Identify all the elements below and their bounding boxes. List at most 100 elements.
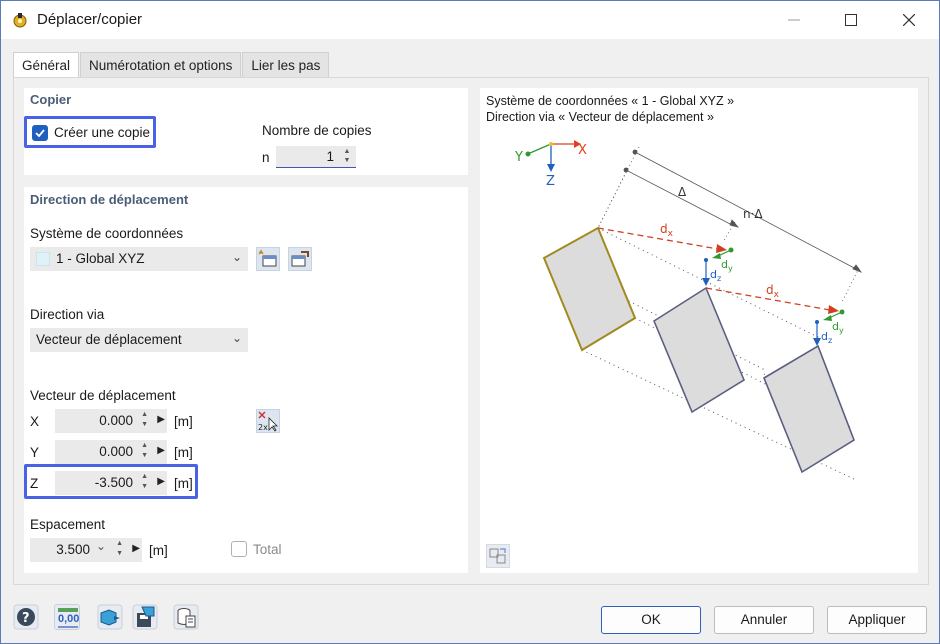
direction-via-label: Direction via xyxy=(30,307,105,322)
svg-text:dx: dx xyxy=(766,283,780,300)
x-input[interactable]: 0.000 ▲ ▼ ▶ xyxy=(55,409,167,433)
units-button[interactable]: 0,00 xyxy=(54,604,80,630)
coord-system-value: 1 - Global XYZ xyxy=(56,251,145,266)
create-copy-checkbox[interactable] xyxy=(32,125,48,141)
vector-label: Vecteur de déplacement xyxy=(30,388,176,403)
new-coord-system-button[interactable] xyxy=(256,247,280,271)
x-label: X xyxy=(30,414,40,429)
database-settings-icon[interactable] xyxy=(173,604,199,630)
delta-label: Δ xyxy=(678,185,687,199)
x-unit: [m] xyxy=(174,414,193,429)
chevron-down-icon: ⌄ xyxy=(231,250,242,264)
svg-text:dz: dz xyxy=(821,330,832,345)
save-settings-icon[interactable] xyxy=(132,604,158,630)
ok-button[interactable]: OK xyxy=(601,606,701,634)
maximize-button[interactable] xyxy=(828,1,874,39)
tab-strip: Général Numérotation et options Lier les… xyxy=(13,52,330,78)
minimize-icon xyxy=(788,19,800,21)
model-view-icon[interactable] xyxy=(97,604,123,630)
spacing-input[interactable]: 3.500 ⌄ ▲ ▼ ▶ xyxy=(30,538,142,562)
direction-via-value: Vecteur de déplacement xyxy=(36,332,182,347)
total-checkbox[interactable] xyxy=(231,541,247,557)
move-copy-diagram: X Y Z Δ n·Δ dx dx dy dz dy dz xyxy=(514,140,863,481)
axis-y-label: Y xyxy=(514,150,523,165)
diagram-toggle-button[interactable] xyxy=(486,544,510,568)
coord-system-label: Système de coordonnées xyxy=(30,226,184,241)
close-button[interactable] xyxy=(886,1,932,39)
y-input[interactable]: 0.000 ▲ ▼ ▶ xyxy=(55,440,167,464)
tab-page-general: Copier Créer une copie Nombre de copies … xyxy=(13,77,929,585)
y-unit: [m] xyxy=(174,445,193,460)
new-coord-system-icon xyxy=(258,249,277,267)
title-bar: Déplacer/copier xyxy=(1,1,939,39)
minimize-button[interactable] xyxy=(771,1,817,39)
z-unit: [m] xyxy=(174,476,193,491)
original-member xyxy=(542,226,637,352)
z-input[interactable]: -3.500 ▲ ▼ ▶ xyxy=(55,471,167,495)
chevron-down-icon[interactable]: ⌄ xyxy=(96,540,106,552)
n-delta-label: n·Δ xyxy=(743,207,763,221)
expand-arrow-icon[interactable]: ▶ xyxy=(157,414,165,425)
chevron-down-icon: ⌄ xyxy=(231,331,242,345)
tab-general[interactable]: Général xyxy=(13,52,80,78)
edit-coord-system-icon xyxy=(291,251,309,267)
pick-vector-button[interactable]: 2x xyxy=(256,409,280,433)
help-icon[interactable]: ? xyxy=(13,604,39,630)
svg-text:?: ? xyxy=(22,611,30,626)
spacing-unit: [m] xyxy=(149,543,168,558)
cancel-button[interactable]: Annuler xyxy=(714,606,814,634)
tab-link-steps[interactable]: Lier les pas xyxy=(242,52,330,77)
spacing-label: Espacement xyxy=(30,517,106,532)
svg-text:dy: dy xyxy=(721,258,733,273)
expand-arrow-icon[interactable]: ▶ xyxy=(157,476,165,487)
svg-text:dy: dy xyxy=(832,320,844,335)
axis-x-label: X xyxy=(578,143,587,158)
apply-button[interactable]: Appliquer xyxy=(827,606,927,634)
copies-count-input[interactable]: 1 ▲ ▼ xyxy=(276,146,356,168)
copies-count-label: Nombre de copies xyxy=(262,123,372,138)
copy-member-2 xyxy=(763,344,855,474)
spin-arrows-icon[interactable]: ▲ ▼ xyxy=(116,539,123,559)
copy-section-title: Copier xyxy=(30,92,72,107)
z-value: -3.500 xyxy=(94,475,133,490)
expand-arrow-icon[interactable]: ▶ xyxy=(157,445,165,456)
create-copy-label: Créer une copie xyxy=(54,125,151,140)
spin-arrows-icon[interactable]: ▲ ▼ xyxy=(141,441,148,461)
svg-text:dx: dx xyxy=(660,222,674,239)
move-copy-dialog: Déplacer/copier Général Numérotation et … xyxy=(0,0,940,644)
direction-section-title: Direction de déplacement xyxy=(30,192,189,207)
copies-count-value: 1 xyxy=(326,149,334,164)
edit-coord-system-button[interactable] xyxy=(288,247,312,271)
spin-arrows-icon[interactable]: ▲ ▼ xyxy=(141,410,148,430)
dimension-lines: Δ n·Δ xyxy=(597,146,863,303)
n-label: n xyxy=(262,150,270,165)
spin-arrows-icon[interactable]: ▲ ▼ xyxy=(341,147,353,165)
axis-triad: X Y Z xyxy=(514,140,587,189)
copy-panel: Copier Créer une copie Nombre de copies … xyxy=(24,88,468,175)
direction-panel: Direction de déplacement Système de coor… xyxy=(24,187,468,573)
x-value: 0.000 xyxy=(99,413,133,428)
diagram-panel: Système de coordonnées « 1 - Global XYZ … xyxy=(480,88,918,573)
axis-z-label: Z xyxy=(546,174,555,189)
spin-arrows-icon[interactable]: ▲ ▼ xyxy=(141,472,148,492)
units-icon-text: 0,00 xyxy=(58,613,80,625)
maximize-icon xyxy=(845,14,857,26)
copy-member-1 xyxy=(653,286,745,414)
svg-text:dz: dz xyxy=(710,268,721,283)
swap-view-icon xyxy=(489,548,506,564)
direction-via-select[interactable]: Vecteur de déplacement ⌄ xyxy=(30,328,248,352)
y-value: 0.000 xyxy=(99,444,133,459)
z-label: Z xyxy=(30,476,39,491)
checkmark-icon xyxy=(35,129,45,138)
total-label: Total xyxy=(253,542,282,557)
app-icon xyxy=(13,13,27,28)
close-icon xyxy=(903,14,915,26)
y-label: Y xyxy=(30,445,40,460)
pick-vector-icon: 2x xyxy=(258,411,278,432)
coord-system-select[interactable]: 1 - Global XYZ ⌄ xyxy=(30,247,248,271)
tab-numbering-options[interactable]: Numérotation et options xyxy=(80,52,242,77)
window-title: Déplacer/copier xyxy=(37,11,143,28)
spacing-value: 3.500 xyxy=(56,542,90,557)
expand-arrow-icon[interactable]: ▶ xyxy=(132,543,140,554)
dx-arrows: dx dx xyxy=(597,222,839,314)
